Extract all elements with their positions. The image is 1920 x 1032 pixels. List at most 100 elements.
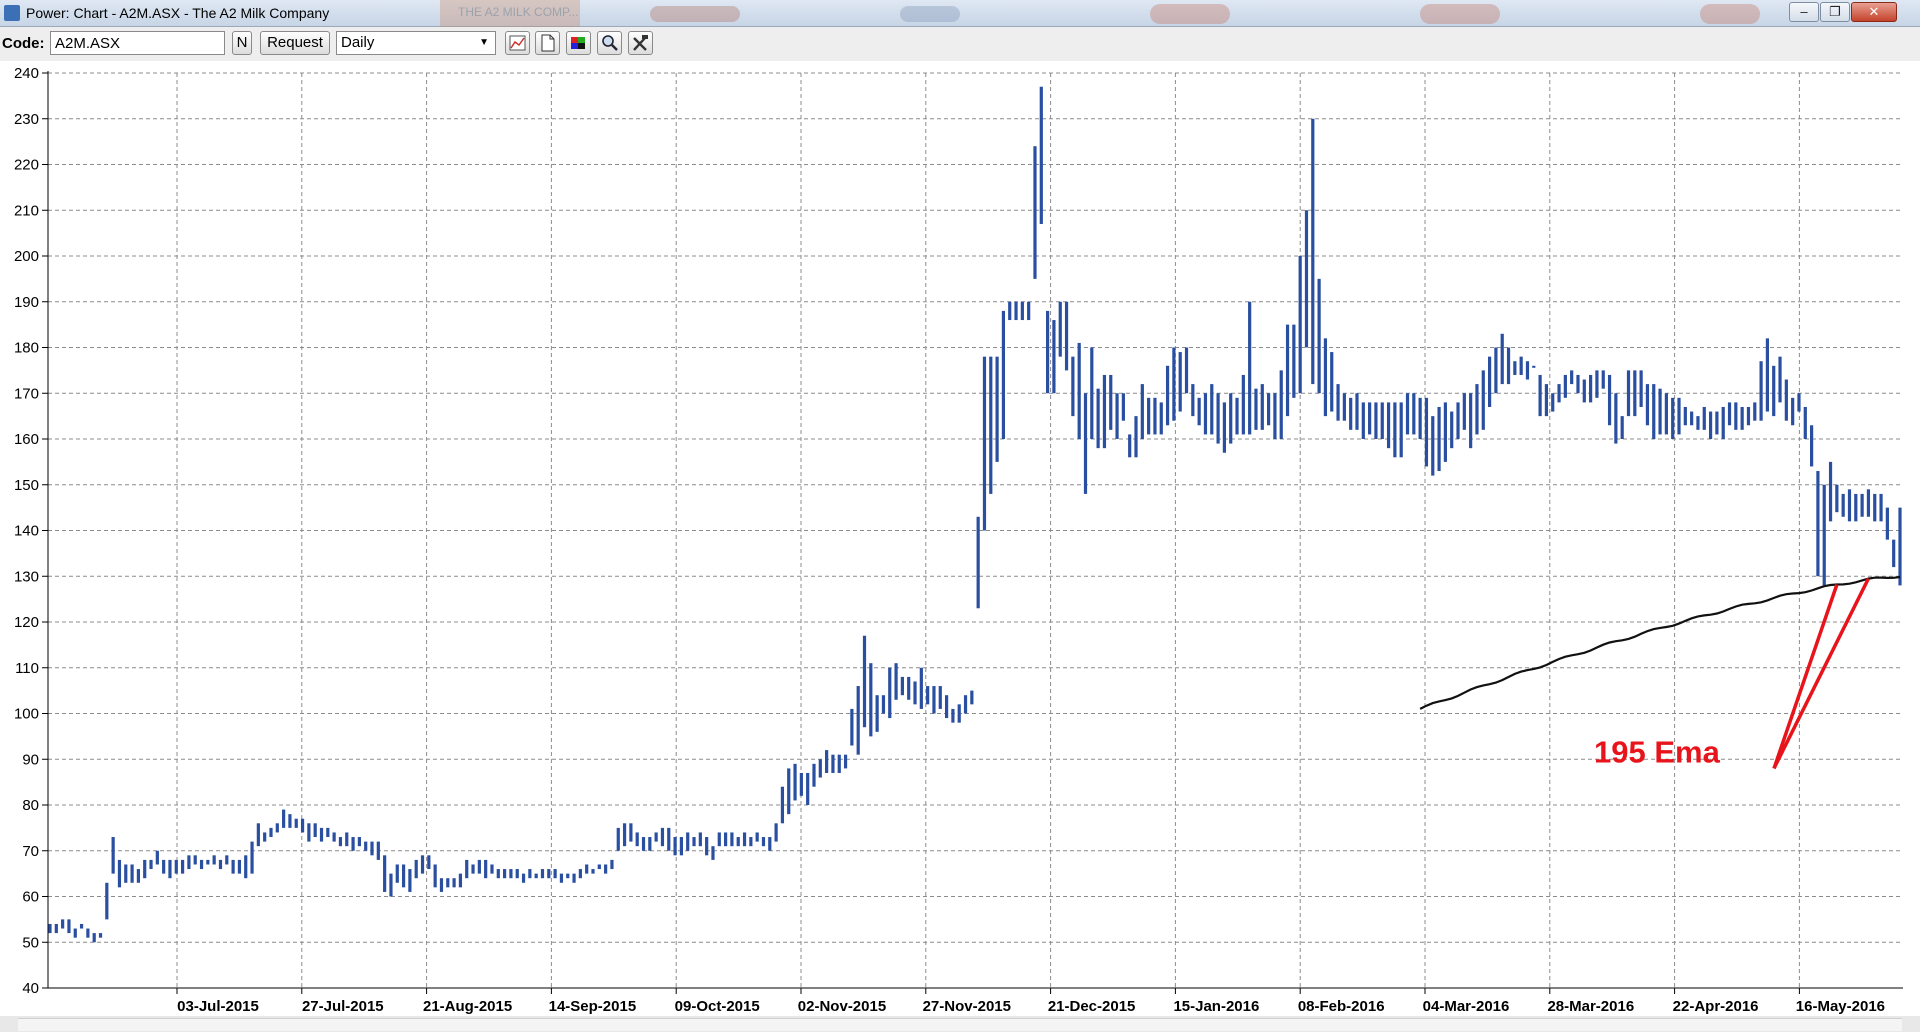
restore-button[interactable]: ❐: [1820, 2, 1850, 22]
price-bar: [1405, 393, 1410, 435]
chart-style-button[interactable]: [505, 31, 530, 55]
price-bar: [534, 873, 538, 879]
price-bar: [856, 686, 860, 755]
color-palette-button[interactable]: [566, 31, 591, 55]
window-titlebar: Power: Chart - A2M.ASX - The A2 Milk Com…: [0, 0, 1920, 27]
code-input[interactable]: [50, 31, 225, 55]
taskbar-ghost-1: [650, 6, 740, 22]
price-bar: [1791, 397, 1795, 426]
price-bar: [1349, 397, 1353, 430]
price-bar: [1064, 301, 1069, 371]
page-button[interactable]: [535, 31, 560, 55]
request-button[interactable]: Request: [260, 31, 330, 55]
price-bar: [982, 356, 987, 531]
price-bar: [793, 763, 797, 801]
price-bar: [1128, 434, 1132, 458]
price-bar: [616, 827, 620, 851]
price-bar: [1058, 301, 1062, 357]
price-bar: [1355, 393, 1359, 430]
price-bar: [1418, 397, 1422, 439]
scrollbar-track[interactable]: [18, 1018, 1902, 1031]
price-bar: [1450, 411, 1454, 449]
x-tick-label: 02-Nov-2015: [798, 998, 886, 1015]
price-bar: [155, 850, 159, 865]
minimize-button[interactable]: –: [1789, 2, 1819, 22]
price-bar: [439, 878, 444, 892]
price-bar: [1317, 278, 1321, 394]
price-bar: [1424, 397, 1429, 467]
price-bar: [1323, 338, 1328, 417]
price-bar: [742, 832, 747, 847]
price-bar: [1197, 397, 1201, 426]
price-bar: [1866, 489, 1871, 517]
price-chart[interactable]: 40 50 60 70 80 90 100 110 120 130 140 150 160 170 180 1…: [0, 61, 1920, 1016]
price-bar: [1481, 370, 1485, 430]
price-bar: [1071, 356, 1075, 417]
period-select[interactable]: Daily ▼: [336, 31, 496, 55]
price-bar: [1229, 393, 1233, 444]
price-bar: [1784, 379, 1788, 421]
price-bar: [1361, 402, 1365, 439]
n-button[interactable]: N: [232, 31, 252, 55]
horizontal-scrollbar[interactable]: [0, 1016, 1920, 1032]
x-tick-label: 21-Dec-2015: [1048, 998, 1136, 1015]
price-bar: [850, 708, 854, 746]
y-tick-label: 230: [14, 111, 39, 128]
price-bar: [143, 859, 147, 879]
tools-button[interactable]: [628, 31, 653, 55]
price-bar: [1708, 411, 1713, 439]
price-bar: [326, 827, 330, 838]
price-bar: [98, 933, 103, 938]
price-bar: [730, 832, 734, 847]
price-bar: [862, 635, 867, 728]
price-bar: [307, 823, 311, 842]
price-bar: [1506, 347, 1511, 385]
ema-annotation-label: 195 Ema: [1594, 734, 1721, 769]
zoom-button[interactable]: [597, 31, 622, 55]
price-bar: [395, 864, 399, 883]
price-bar: [559, 873, 564, 883]
price-bar: [1570, 370, 1574, 385]
price-bar: [1412, 393, 1416, 435]
background-tab[interactable]: THE A2 MILK COMP...: [440, 0, 580, 27]
price-bar: [313, 823, 317, 838]
price-bar: [1304, 210, 1309, 348]
price-bar: [932, 686, 936, 714]
taskbar-ghost-3: [1150, 4, 1230, 24]
y-tick-label: 160: [14, 431, 39, 448]
price-bar: [566, 873, 570, 879]
price-bar: [105, 882, 109, 920]
price-bar: [1254, 388, 1258, 430]
price-bar: [989, 356, 993, 494]
price-bar: [1778, 356, 1782, 403]
price-bar: [913, 681, 917, 705]
price-bar: [1557, 384, 1561, 403]
color-palette-icon: [571, 37, 585, 49]
price-bar: [401, 864, 406, 888]
price-bar: [894, 663, 898, 700]
price-bar: [1267, 393, 1271, 426]
price-bar: [433, 864, 437, 888]
price-bar: [1645, 384, 1650, 426]
price-bar: [130, 864, 134, 883]
window-title: Power: Chart - A2M.ASX - The A2 Milk Com…: [26, 5, 330, 21]
y-tick-label: 180: [14, 340, 39, 357]
price-bar: [1469, 393, 1473, 449]
y-tick-label: 210: [14, 202, 39, 219]
price-bar: [711, 846, 715, 860]
price-bar: [736, 837, 740, 847]
price-bar: [1140, 384, 1144, 439]
price-bar: [1513, 361, 1517, 375]
x-tick-label: 08-Feb-2016: [1298, 998, 1385, 1015]
price-bar: [1027, 301, 1031, 321]
price-bar: [199, 859, 204, 870]
chart-area[interactable]: 40 50 60 70 80 90 100 110 120 130 140 150 160 170 180 1…: [0, 61, 1920, 1016]
price-bar: [578, 869, 582, 879]
chart-style-icon: [509, 35, 526, 51]
price-bar: [1607, 374, 1612, 426]
close-button[interactable]: ✕: [1851, 2, 1897, 22]
price-bar: [345, 832, 349, 847]
price-bar: [1241, 374, 1245, 435]
x-tick-label: 03-Jul-2015: [177, 998, 259, 1015]
x-tick-label: 21-Aug-2015: [423, 998, 512, 1015]
